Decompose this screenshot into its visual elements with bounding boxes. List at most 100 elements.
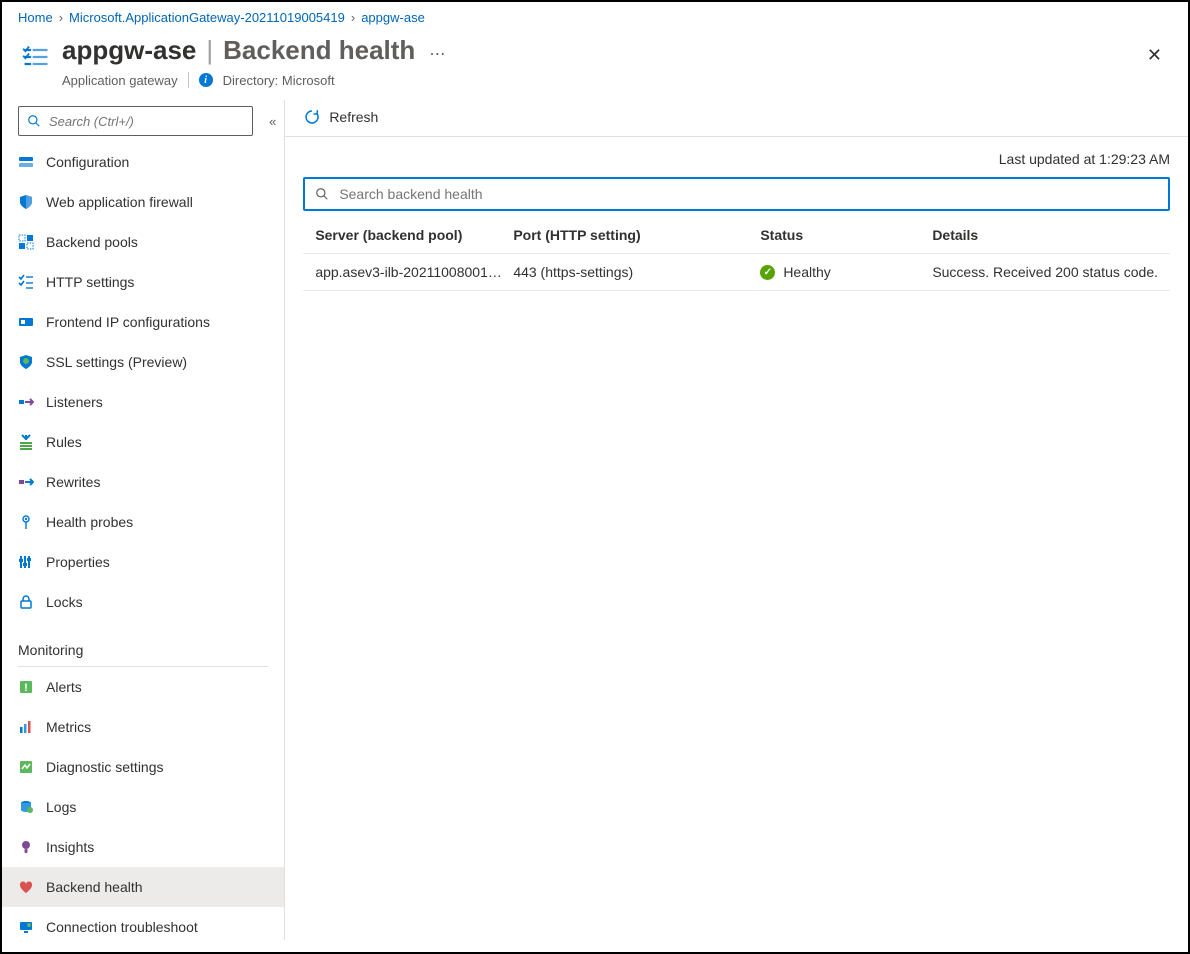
sidebar-group-monitoring: Monitoring xyxy=(2,622,284,664)
sidebar-item-label: Metrics xyxy=(46,719,91,735)
sidebar-item-conn-troubleshoot[interactable]: Connection troubleshoot xyxy=(2,907,284,940)
sidebar-item-label: Rewrites xyxy=(46,474,100,490)
backend-health-search[interactable] xyxy=(303,177,1170,211)
sidebar-item-alerts[interactable]: ! Alerts xyxy=(2,667,284,707)
insights-icon xyxy=(18,839,34,855)
sidebar-item-rewrites[interactable]: Rewrites xyxy=(2,462,284,502)
listener-icon xyxy=(18,394,34,410)
probe-icon xyxy=(18,514,34,530)
sidebar-item-label: Connection troubleshoot xyxy=(46,919,198,935)
sidebar-item-label: Health probes xyxy=(46,514,133,530)
refresh-button[interactable]: Refresh xyxy=(303,108,378,126)
diag-icon xyxy=(18,759,34,775)
sidebar-item-http-settings[interactable]: HTTP settings xyxy=(2,262,284,302)
divider xyxy=(188,72,189,88)
properties-icon xyxy=(18,554,34,570)
sidebar-item-label: Logs xyxy=(46,799,76,815)
sidebar-item-backend-pools[interactable]: Backend pools xyxy=(2,222,284,262)
config-icon xyxy=(18,154,34,170)
chevron-right-icon: › xyxy=(59,10,63,25)
directory-label: Directory: Microsoft xyxy=(223,73,335,88)
checklist-icon xyxy=(18,274,34,290)
search-icon xyxy=(315,187,329,201)
chevron-right-icon: › xyxy=(351,10,355,25)
status-text: Healthy xyxy=(783,264,830,280)
heart-icon xyxy=(18,879,34,895)
title-divider: | xyxy=(206,35,213,66)
table-header-row: Server (backend pool) Port (HTTP setting… xyxy=(303,217,1170,254)
svg-text:!: ! xyxy=(24,682,28,694)
sidebar: « Configuration Web application firewall… xyxy=(2,100,285,940)
shield-green-icon xyxy=(18,354,34,370)
sidebar-item-label: Backend health xyxy=(46,879,143,895)
sidebar-item-label: Frontend IP configurations xyxy=(46,314,210,330)
sidebar-item-label: Configuration xyxy=(46,154,129,170)
breadcrumb-home[interactable]: Home xyxy=(18,10,53,25)
breadcrumb-rg[interactable]: Microsoft.ApplicationGateway-20211019005… xyxy=(69,10,345,25)
col-details[interactable]: Details xyxy=(932,227,1158,243)
logs-icon xyxy=(18,799,34,815)
sidebar-item-waf[interactable]: Web application firewall xyxy=(2,182,284,222)
sidebar-item-metrics[interactable]: Metrics xyxy=(2,707,284,747)
sidebar-item-label: SSL settings (Preview) xyxy=(46,354,187,370)
monitor-icon xyxy=(18,919,34,935)
sidebar-item-label: Rules xyxy=(46,434,82,450)
breadcrumb: Home › Microsoft.ApplicationGateway-2021… xyxy=(2,2,1188,29)
cell-details: Success. Received 200 status code. xyxy=(932,264,1158,280)
sidebar-item-label: HTTP settings xyxy=(46,274,134,290)
sidebar-item-label: Properties xyxy=(46,554,110,570)
main-content: Refresh Last updated at 1:29:23 AM Serve… xyxy=(285,100,1188,940)
resource-type-icon xyxy=(18,39,54,75)
col-status[interactable]: Status xyxy=(760,227,932,243)
col-port[interactable]: Port (HTTP setting) xyxy=(513,227,760,243)
resource-name: appgw-ase xyxy=(62,35,196,66)
page-header: appgw-ase | Backend health ⋯ Application… xyxy=(2,29,1188,100)
sidebar-search[interactable] xyxy=(18,106,253,136)
sidebar-item-label: Backend pools xyxy=(46,234,138,250)
sidebar-item-health-probes[interactable]: Health probes xyxy=(2,502,284,542)
status-healthy-icon: ✓ xyxy=(760,265,775,280)
cell-status: ✓ Healthy xyxy=(760,264,932,280)
cell-server: app.asev3-ilb-2021100800123456789.exampl… xyxy=(315,264,513,280)
collapse-sidebar-button[interactable]: « xyxy=(261,114,284,129)
breadcrumb-resource[interactable]: appgw-ase xyxy=(361,10,425,25)
sidebar-item-logs[interactable]: Logs xyxy=(2,787,284,827)
sidebar-item-configuration[interactable]: Configuration xyxy=(2,142,284,182)
more-actions-button[interactable]: ⋯ xyxy=(429,44,447,64)
ip-icon xyxy=(18,314,34,330)
sidebar-item-label: Listeners xyxy=(46,394,103,410)
sidebar-item-label: Insights xyxy=(46,839,94,855)
cell-port: 443 (https-settings) xyxy=(513,264,760,280)
backend-health-search-input[interactable] xyxy=(337,185,1158,203)
sidebar-nav[interactable]: Configuration Web application firewall B… xyxy=(2,142,284,940)
lock-icon xyxy=(18,594,34,610)
sidebar-item-diagnostic[interactable]: Diagnostic settings xyxy=(2,747,284,787)
backend-health-table: Server (backend pool) Port (HTTP setting… xyxy=(303,217,1170,291)
pool-icon xyxy=(18,234,34,250)
sidebar-item-listeners[interactable]: Listeners xyxy=(2,382,284,422)
search-icon xyxy=(27,114,41,128)
sidebar-item-ssl[interactable]: SSL settings (Preview) xyxy=(2,342,284,382)
col-server[interactable]: Server (backend pool) xyxy=(315,227,513,243)
resource-type-label: Application gateway xyxy=(62,73,178,88)
sidebar-item-locks[interactable]: Locks xyxy=(2,582,284,622)
rewrite-icon xyxy=(18,474,34,490)
close-button[interactable]: ✕ xyxy=(1137,39,1172,72)
sidebar-item-label: Alerts xyxy=(46,679,82,695)
sidebar-item-backend-health[interactable]: Backend health xyxy=(2,867,284,907)
refresh-icon xyxy=(303,108,321,126)
sidebar-search-input[interactable] xyxy=(47,113,244,130)
page-title: Backend health xyxy=(223,35,415,66)
sidebar-item-rules[interactable]: Rules xyxy=(2,422,284,462)
alerts-icon: ! xyxy=(18,679,34,695)
shield-blue-icon xyxy=(18,194,34,210)
toolbar: Refresh xyxy=(285,100,1188,137)
sidebar-item-label: Locks xyxy=(46,594,83,610)
metrics-icon xyxy=(18,719,34,735)
sidebar-item-properties[interactable]: Properties xyxy=(2,542,284,582)
sidebar-item-label: Diagnostic settings xyxy=(46,759,164,775)
sidebar-item-insights[interactable]: Insights xyxy=(2,827,284,867)
sidebar-item-frontend-ip[interactable]: Frontend IP configurations xyxy=(2,302,284,342)
table-row[interactable]: app.asev3-ilb-2021100800123456789.exampl… xyxy=(303,254,1170,291)
sidebar-item-label: Web application firewall xyxy=(46,194,193,210)
